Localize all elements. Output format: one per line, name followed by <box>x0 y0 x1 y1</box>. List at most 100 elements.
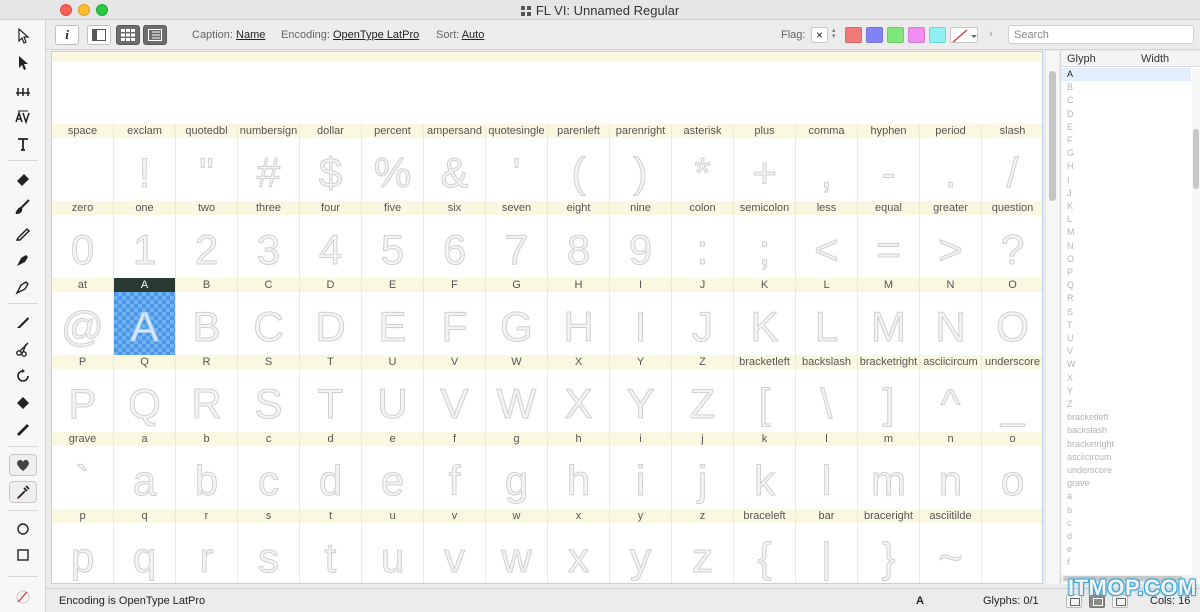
search-input[interactable] <box>1008 25 1194 44</box>
glyph-cell[interactable]: colon: <box>672 201 734 278</box>
glyph-list-item[interactable]: d <box>1061 530 1191 543</box>
glyph-cell[interactable]: eight 8 <box>548 201 610 278</box>
flag-none-button[interactable]: × <box>811 27 828 43</box>
glyph-cell[interactable]: yy <box>610 509 672 583</box>
flag-color-pink[interactable] <box>908 27 925 43</box>
glyph-cell[interactable]: backslash \ <box>796 355 858 432</box>
glyph-list-item[interactable]: b <box>1061 504 1191 517</box>
glyph-cell[interactable]: one 1 <box>114 201 176 278</box>
glyph-cell[interactable]: II <box>610 278 672 355</box>
glyph-cell[interactable]: LL <box>796 278 858 355</box>
glyph-list-item[interactable]: underscore <box>1061 464 1191 477</box>
glyph-list-item[interactable]: T <box>1061 319 1191 332</box>
glyph-list-item[interactable]: J <box>1061 187 1191 200</box>
info-button[interactable]: i <box>55 25 79 45</box>
glyph-cell[interactable]: ll <box>796 432 858 509</box>
chevron-right-icon[interactable]: › <box>989 28 993 40</box>
node-select-tool[interactable] <box>9 52 37 74</box>
glyph-cell[interactable]: xx <box>548 509 610 583</box>
glyph-cell[interactable]: comma, <box>796 124 858 201</box>
glyph-list-item[interactable]: S <box>1061 306 1191 319</box>
glyph-cell[interactable]: PP <box>52 355 114 432</box>
glyph-list-item[interactable]: V <box>1061 345 1191 358</box>
caption-selector[interactable]: Caption: Name <box>192 29 265 41</box>
glyph-list-item[interactable]: I <box>1061 174 1191 187</box>
glyph-cell[interactable]: dollar $ <box>300 124 362 201</box>
kerning-tool[interactable] <box>9 106 37 128</box>
glyph-list-item[interactable]: Q <box>1061 279 1191 292</box>
glyph-cell[interactable]: SS <box>238 355 300 432</box>
glyph-cell[interactable]: grave ` <box>52 432 114 509</box>
glyph-list-item[interactable]: backslash <box>1061 424 1191 437</box>
glyph-cell[interactable]: BB <box>176 278 238 355</box>
glyph-cell[interactable]: ee <box>362 432 424 509</box>
glyph-list-item[interactable]: bracketleft <box>1061 411 1191 424</box>
glyph-list-item[interactable]: P <box>1061 266 1191 279</box>
glyph-cell[interactable]: ampersand & <box>424 124 486 201</box>
glyph-cell[interactable]: exclam! <box>114 124 176 201</box>
glyph-column-header[interactable]: Glyph <box>1067 53 1096 65</box>
rectangle-tool[interactable] <box>9 544 37 566</box>
glyph-cell[interactable]: gg <box>486 432 548 509</box>
glyph-cell[interactable] <box>982 509 1042 583</box>
glyph-cell[interactable]: greater > <box>920 201 982 278</box>
glyph-list-item[interactable]: R <box>1061 292 1191 305</box>
glyph-list-item[interactable]: c <box>1061 517 1191 530</box>
glyph-cell[interactable]: kk <box>734 432 796 509</box>
glyph-cell[interactable]: numbersign # <box>238 124 300 201</box>
glyph-cell[interactable]: cc <box>238 432 300 509</box>
glyph-cell[interactable]: WW <box>486 355 548 432</box>
glyph-cell[interactable]: at @ <box>52 278 114 355</box>
glyph-list-item[interactable]: B <box>1061 81 1191 94</box>
knife-tool[interactable] <box>9 311 37 333</box>
glyph-list-item[interactable]: e <box>1061 543 1191 556</box>
glyph-cell[interactable]: oo <box>982 432 1042 509</box>
flag-color-cyan[interactable] <box>929 27 946 43</box>
glyph-list-item[interactable]: W <box>1061 358 1191 371</box>
glyph-cell[interactable]: QQ <box>114 355 176 432</box>
glyph-cell[interactable]: quotesingle ' <box>486 124 548 201</box>
glyph-grid[interactable]: space exclam! quotedbl " numbersign # dollar $ p… <box>51 51 1043 584</box>
glyph-cell[interactable]: vv <box>424 509 486 583</box>
glyph-cell[interactable]: YY <box>610 355 672 432</box>
glyph-list-item[interactable]: U <box>1061 332 1191 345</box>
glyph-cell[interactable]: two 2 <box>176 201 238 278</box>
glyph-cell[interactable]: percent% <box>362 124 424 201</box>
glyph-cell[interactable]: asciicircum ^ <box>920 355 982 432</box>
glyph-list-item[interactable]: N <box>1061 240 1191 253</box>
glyph-list-item[interactable]: L <box>1061 213 1191 226</box>
list-view-button[interactable] <box>143 25 167 45</box>
glyph-list-item[interactable]: H <box>1061 160 1191 173</box>
glyph-cell[interactable]: bracketright] <box>858 355 920 432</box>
glyph-list-item[interactable]: M <box>1061 226 1191 239</box>
contour-select-tool[interactable] <box>9 25 37 47</box>
metrics-tool[interactable] <box>9 79 37 101</box>
glyph-cell[interactable]: parenleft ( <box>548 124 610 201</box>
glyph-cell[interactable]: period. <box>920 124 982 201</box>
flag-custom-color-dropdown[interactable] <box>950 27 978 43</box>
flag-color-green[interactable] <box>887 27 904 43</box>
glyph-list-item[interactable]: Z <box>1061 398 1191 411</box>
glyph-cell[interactable]: seven 7 <box>486 201 548 278</box>
glyph-cell[interactable]: nn <box>920 432 982 509</box>
glyph-cell[interactable]: mm <box>858 432 920 509</box>
glyph-cell[interactable]: bar | <box>796 509 858 583</box>
glyph-cell[interactable]: bb <box>176 432 238 509</box>
glyph-cell[interactable]: braceright} <box>858 509 920 583</box>
glyph-cell[interactable]: uu <box>362 509 424 583</box>
glyph-cell[interactable]: zz <box>672 509 734 583</box>
glyph-cell[interactable]: parenright) <box>610 124 672 201</box>
eraser-tool[interactable] <box>9 168 37 190</box>
glyph-cell[interactable]: question? <box>982 201 1042 278</box>
glyph-cell[interactable]: VV <box>424 355 486 432</box>
glyph-list-item[interactable]: F <box>1061 134 1191 147</box>
glyph-cell[interactable]: bracketleft [ <box>734 355 796 432</box>
glyph-cell[interactable]: pp <box>52 509 114 583</box>
glyph-cell[interactable]: JJ <box>672 278 734 355</box>
glyph-cell[interactable]: nine 9 <box>610 201 672 278</box>
glyph-list-item[interactable]: a <box>1061 490 1191 503</box>
glyph-cell[interactable]: asciitilde ~ <box>920 509 982 583</box>
glyph-cell[interactable]: NN <box>920 278 982 355</box>
glyph-list-item[interactable]: E <box>1061 121 1191 134</box>
ellipse-tool[interactable] <box>9 518 37 540</box>
